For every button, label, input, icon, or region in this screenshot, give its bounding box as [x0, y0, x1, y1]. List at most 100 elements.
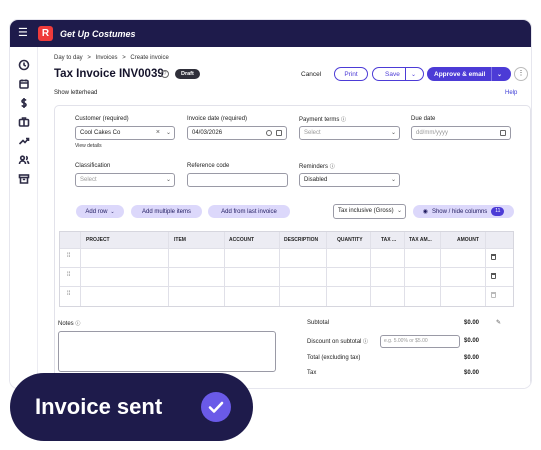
line-items-table: PROJECT ITEM ACCOUNT DESCRIPTION QUANTIT…	[59, 231, 514, 307]
chevron-down-icon[interactable]: ⌄	[411, 71, 416, 78]
reference-input[interactable]	[187, 173, 288, 187]
column-divider	[404, 232, 405, 306]
column-divider	[168, 232, 169, 306]
reminders-select[interactable]: Disabled ⌄	[299, 173, 400, 187]
trend-icon[interactable]	[18, 134, 30, 146]
column-divider	[224, 232, 225, 306]
menu-icon[interactable]: ☰	[18, 28, 34, 39]
subtotal-label: Subtotal	[307, 320, 330, 326]
customer-field[interactable]: Cool Cakes Co × ⌄	[75, 126, 175, 140]
tax-mode-value: Tax inclusive (Gross)	[338, 208, 394, 214]
clear-icon[interactable]: ×	[156, 127, 160, 139]
more-options-icon[interactable]: ⋮	[514, 67, 528, 81]
tax-value: $0.00	[464, 370, 480, 376]
column-divider	[326, 232, 327, 306]
payment-terms-select[interactable]: Select ⌄	[299, 126, 400, 140]
reminders-value: Disabled	[304, 177, 328, 183]
show-letterhead-toggle[interactable]: Show letterhead	[54, 90, 97, 96]
column-header-project[interactable]: PROJECT	[86, 237, 110, 243]
trash-icon[interactable]	[491, 254, 496, 260]
classification-select[interactable]: Select ⌄	[75, 173, 175, 187]
save-label: Save	[385, 70, 400, 78]
toast-message: Invoice sent	[35, 394, 163, 419]
breadcrumb-invoices[interactable]: Invoices	[96, 55, 118, 61]
column-header-tax[interactable]: TAX ...	[381, 237, 396, 243]
trash-icon[interactable]	[491, 273, 496, 279]
chevron-down-icon[interactable]: ⌄	[166, 174, 171, 186]
show-hide-columns-button[interactable]: ◉ Show / hide columns 11	[413, 205, 514, 218]
tax-mode-select[interactable]: Tax inclusive (Gross) ⌄	[333, 204, 406, 219]
total-excl-tax-label: Total (excluding tax)	[307, 355, 361, 361]
info-icon[interactable]: ⓘ	[75, 321, 80, 327]
add-from-last-invoice-button[interactable]: Add from last invoice	[208, 205, 290, 218]
column-divider	[440, 232, 441, 306]
dollar-icon[interactable]	[18, 96, 30, 108]
calendar-icon[interactable]	[18, 77, 30, 89]
info-icon[interactable]: ⓘ	[330, 164, 335, 170]
reminders-label: Reminders ⓘ	[299, 163, 335, 170]
classification-placeholder: Select	[80, 177, 97, 183]
info-icon[interactable]: ⓘ	[341, 117, 346, 123]
column-header-item[interactable]: ITEM	[174, 237, 186, 243]
briefcase-icon[interactable]	[18, 115, 30, 127]
column-header-quantity[interactable]: QUANTITY	[337, 237, 363, 243]
pin-icon[interactable]: ✎	[496, 319, 501, 326]
chevron-down-icon[interactable]: ⌄	[397, 205, 402, 218]
calendar-icon[interactable]	[500, 130, 506, 136]
due-date-field[interactable]: dd/mm/yyyy	[411, 126, 511, 140]
notes-text: Notes	[58, 321, 74, 327]
drag-handle-icon[interactable]: ⁞⁞	[67, 272, 70, 278]
sidebar	[10, 47, 38, 388]
info-icon[interactable]: ?	[161, 70, 169, 78]
column-divider	[279, 232, 280, 306]
clock-icon[interactable]	[18, 58, 30, 71]
clear-icon[interactable]	[266, 130, 272, 136]
subtotal-value: $0.00	[464, 320, 480, 326]
show-hide-label: Show / hide columns	[431, 208, 488, 215]
column-header-account[interactable]: ACCOUNT	[229, 237, 254, 243]
trash-icon[interactable]	[491, 292, 496, 298]
app-title: Get Up Costumes	[60, 28, 136, 39]
column-header-tax-amount[interactable]: TAX AM...	[409, 237, 432, 243]
discount-input[interactable]: e.g. 5.00% or $5.00	[380, 335, 460, 348]
eye-icon: ◉	[422, 209, 428, 215]
breadcrumb: Day to day > Invoices > Create invoice	[54, 55, 172, 61]
column-header-amount[interactable]: AMOUNT	[457, 237, 479, 243]
status-badge: Draft	[175, 69, 200, 79]
chevron-down-icon[interactable]: ⌄	[497, 71, 502, 78]
archive-icon[interactable]	[18, 172, 30, 184]
drag-handle-icon[interactable]: ⁞⁞	[67, 253, 70, 259]
add-multiple-items-button[interactable]: Add multiple items	[131, 205, 202, 218]
column-divider	[370, 232, 371, 306]
due-date-placeholder: dd/mm/yyyy	[416, 130, 449, 136]
save-button[interactable]: Save ⌄	[372, 67, 424, 81]
drag-handle-icon[interactable]: ⁞⁞	[67, 291, 70, 297]
invoice-date-field[interactable]: 04/03/2026	[187, 126, 287, 140]
calendar-icon[interactable]	[276, 130, 282, 136]
tax-label: Tax	[307, 370, 317, 376]
cancel-button[interactable]: Cancel	[301, 71, 321, 78]
help-link[interactable]: Help	[505, 90, 517, 96]
info-icon[interactable]: ⓘ	[363, 339, 368, 345]
notes-textarea[interactable]	[58, 331, 276, 372]
chevron-down-icon[interactable]: ⌄	[166, 127, 171, 139]
page-title: Tax Invoice INV0039	[54, 68, 164, 80]
app-window: ☰ R Get Up Costumes Day to day > Invoice…	[10, 20, 531, 388]
column-count-badge: 11	[491, 207, 505, 216]
add-row-button[interactable]: Add row ⌄	[76, 205, 124, 218]
chevron-down-icon[interactable]: ⌄	[391, 174, 396, 186]
print-button[interactable]: Print	[334, 67, 368, 81]
row-divider	[60, 267, 513, 268]
notes-label: Notes ⓘ	[58, 320, 80, 327]
column-header-description[interactable]: DESCRIPTION	[284, 237, 318, 243]
breadcrumb-day-to-day[interactable]: Day to day	[54, 55, 83, 61]
classification-label: Classification	[75, 163, 111, 169]
breadcrumb-current: Create invoice	[130, 55, 169, 61]
users-icon[interactable]	[18, 153, 30, 165]
view-details-link[interactable]: View details	[75, 143, 102, 149]
chevron-down-icon[interactable]: ⌄	[391, 127, 396, 139]
invoice-date-value: 04/03/2026	[192, 130, 223, 136]
customer-label: Customer (required)	[75, 116, 129, 122]
payment-terms-text: Payment terms	[299, 117, 340, 123]
approve-email-button[interactable]: Approve & email ⌄	[427, 67, 511, 81]
